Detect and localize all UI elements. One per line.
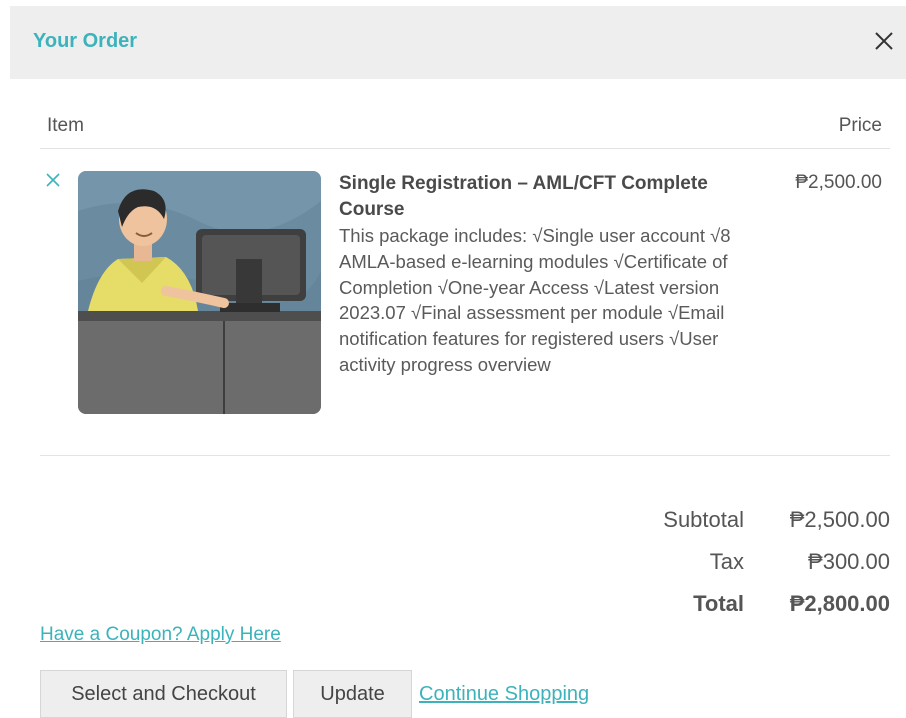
line-item-details: Single Registration – AML/CFT Complete C… [339,171,739,378]
column-header-item: Item [47,115,84,136]
order-dialog-header: Your Order [10,6,906,79]
close-icon[interactable] [874,31,894,51]
checkout-button[interactable]: Select and Checkout [40,670,287,718]
remove-item-button[interactable] [44,171,66,193]
subtotal-value: ₱2,500.00 [789,507,890,532]
column-header-price: Price [838,115,882,136]
close-button[interactable] [868,25,900,57]
subtotal-label: Subtotal [663,507,744,532]
line-item-price: ₱2,500.00 [795,172,882,193]
header-divider [40,148,890,149]
product-image [78,171,321,414]
dialog-title: Your Order [33,30,138,52]
total-value: ₱2,800.00 [789,591,890,616]
items-divider [40,455,890,456]
remove-x-icon[interactable] [44,171,62,189]
continue-shopping-link[interactable]: Continue Shopping [419,683,589,706]
product-description: This package includes: √Single user acco… [339,225,731,375]
coupon-link[interactable]: Have a Coupon? Apply Here [40,624,281,646]
tax-value: ₱300.00 [808,549,890,574]
update-button[interactable]: Update [293,670,412,718]
product-name: Single Registration – AML/CFT Complete C… [339,173,708,220]
tax-label: Tax [709,549,744,574]
total-label: Total [693,591,744,616]
